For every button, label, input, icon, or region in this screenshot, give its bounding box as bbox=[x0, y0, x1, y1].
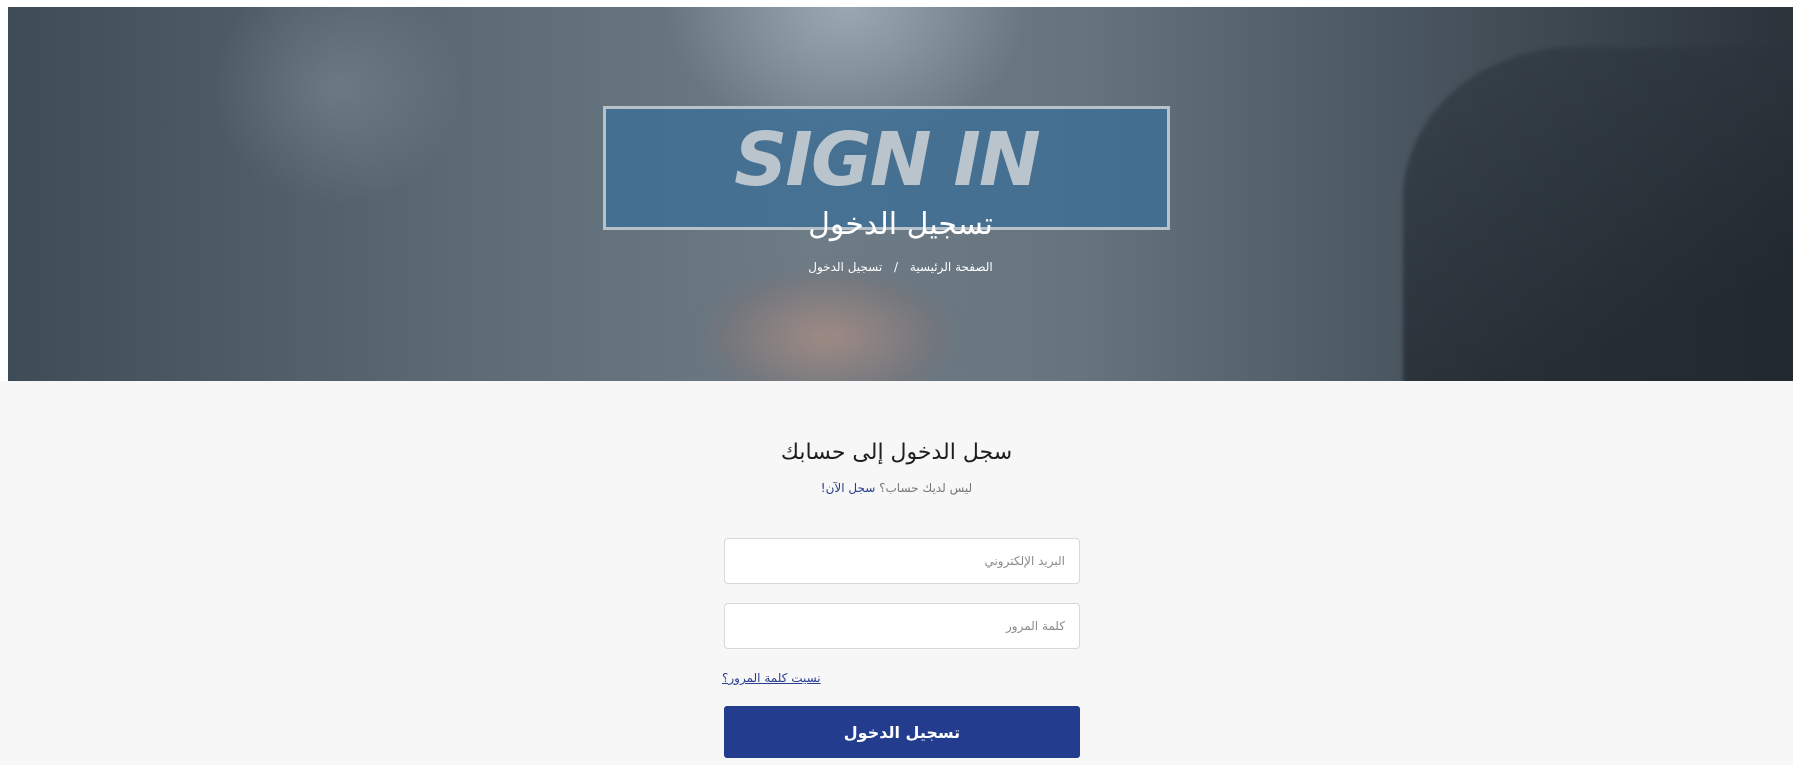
login-heading: سجل الدخول إلى حسابك bbox=[780, 440, 1013, 465]
page-title: تسجيل الدخول bbox=[808, 207, 993, 242]
email-field[interactable] bbox=[724, 538, 1080, 584]
hero-background-hand bbox=[698, 267, 958, 381]
login-button[interactable]: تسجيل الدخول bbox=[724, 706, 1080, 758]
breadcrumb: الصفحة الرئيسية / تسجيل الدخول bbox=[8, 260, 1793, 274]
signup-prompt: ليس لديك حساب؟ سجل الآن! bbox=[0, 481, 1793, 495]
login-section: سجل الدخول إلى حسابك ليس لديك حساب؟ سجل … bbox=[0, 381, 1793, 765]
top-corner-mark bbox=[1675, 0, 1713, 6]
sign-in-logo-text: SIGN IN bbox=[734, 117, 1041, 203]
signup-link[interactable]: سجل الآن! bbox=[821, 481, 876, 495]
hero-banner: SIGN IN تسجيل الدخول الصفحة الرئيسية / ت… bbox=[8, 7, 1793, 381]
signup-prompt-text: ليس لديك حساب؟ bbox=[879, 481, 973, 495]
breadcrumb-current: تسجيل الدخول bbox=[808, 260, 883, 274]
breadcrumb-separator: / bbox=[894, 260, 899, 274]
login-page: SIGN IN تسجيل الدخول الصفحة الرئيسية / ت… bbox=[0, 0, 1793, 765]
password-field[interactable] bbox=[724, 603, 1080, 649]
breadcrumb-home-link[interactable]: الصفحة الرئيسية bbox=[910, 260, 993, 274]
forgot-password-link[interactable]: نسيت كلمة المرور؟ bbox=[722, 671, 821, 685]
